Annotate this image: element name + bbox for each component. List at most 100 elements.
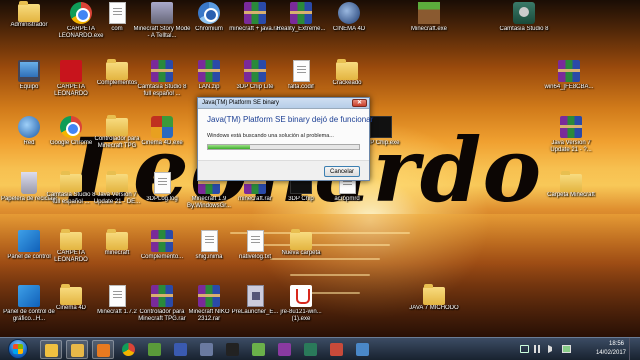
c4d-icon [338, 2, 360, 24]
chrome-icon [60, 116, 82, 138]
taskbar-item-c4d[interactable] [170, 340, 192, 359]
panel-icon [18, 230, 40, 252]
pdf-icon [60, 60, 82, 82]
dialog-heading: Java(TM) Platform SE binary dejó de func… [207, 115, 374, 124]
network-icon[interactable] [534, 345, 543, 353]
c4d-icon [174, 343, 187, 356]
folder-icon [106, 171, 128, 192]
rar-icon [198, 285, 220, 307]
desktop-icon[interactable]: JAVA 7 MICHODO [405, 284, 463, 333]
taskbar-item-chrome[interactable] [118, 340, 140, 359]
folder-icon [290, 229, 312, 250]
start-button[interactable] [2, 339, 34, 359]
dialog-message: Windows está buscando una solución al pr… [207, 133, 334, 139]
folder-icon [423, 284, 445, 305]
folder-icon [106, 115, 128, 136]
taskbar-item-paint[interactable] [326, 340, 348, 359]
app-icon [356, 343, 369, 356]
chromium-icon [198, 2, 220, 24]
progress-bar [207, 144, 360, 150]
doc-icon [292, 60, 310, 82]
dialog-title: Java(TM) Platform SE binary [202, 100, 280, 106]
progress-fill [208, 145, 251, 149]
rar-icon [558, 60, 580, 82]
desktop-icon[interactable]: Minecraft.exe [400, 2, 458, 50]
desktop-icon-label: jre-8u121-win... (1).exe [280, 309, 322, 322]
taskbar-item-media-player[interactable] [92, 340, 114, 359]
taskbar-item-cam[interactable] [300, 340, 322, 359]
taskbar-item-explorer[interactable] [40, 340, 62, 359]
desktop-icon-label: Carpeta Minecraft [547, 192, 595, 198]
rar-icon [151, 60, 173, 82]
minecraft2-icon [252, 343, 265, 356]
dialog-titlebar[interactable]: Java(TM) Platform SE binary ✕ [198, 98, 369, 109]
doc-icon [108, 285, 126, 307]
taskbar-item-cinema[interactable] [196, 340, 218, 359]
folder-icon [71, 344, 84, 357]
desktop-icon-label: Nueva carpeta [281, 250, 321, 256]
desktop-icon[interactable]: Camtasia Studio 8 [495, 2, 553, 50]
desktop-icon[interactable]: Java Version 7 Update 21 - ?... [542, 116, 600, 164]
rar-icon [198, 60, 220, 82]
taskbar-item-minecraft2[interactable] [248, 340, 270, 359]
taskbar-item-terminal[interactable] [222, 340, 244, 359]
panel-icon [18, 285, 40, 307]
doc-icon [153, 172, 171, 194]
folder-icon [60, 171, 82, 192]
taskbar: 18:56 14/02/2017 [0, 337, 640, 360]
doc-icon [246, 230, 264, 252]
desktop-icon[interactable]: Nueva carpeta [272, 229, 330, 278]
folder-icon [560, 171, 582, 192]
clock-time[interactable]: 18:56 [609, 341, 624, 347]
dark-icon [370, 116, 392, 138]
java-icon [290, 285, 312, 307]
taskbar-item-folder[interactable] [66, 340, 88, 359]
desktop-icon-label: win64_[FE8CBA... [544, 84, 594, 90]
desktop[interactable]: Leonardo AdministradorCARPETA LEONARDO.e… [0, 0, 640, 337]
cam-icon [513, 2, 535, 24]
taskbar-item-app[interactable] [352, 340, 374, 359]
rar-icon [560, 116, 582, 138]
desktop-icon[interactable]: Carpeta Minecraft [542, 171, 600, 220]
rar-icon [290, 2, 312, 24]
windows-logo-icon [13, 344, 23, 354]
flag-icon[interactable] [520, 345, 529, 353]
minecraft-icon [148, 343, 161, 356]
folder-icon [60, 284, 82, 305]
bin-icon [21, 172, 37, 194]
camtasia-icon [151, 116, 173, 138]
clock-date[interactable]: 14/02/2017 [596, 350, 626, 356]
taskbar-item-minecraft[interactable] [144, 340, 166, 359]
media-player-icon [97, 344, 110, 357]
folder-icon [60, 229, 82, 250]
desktop-icon[interactable]: CINEMA 4D [320, 2, 378, 50]
archive-icon [151, 2, 173, 24]
rar-icon [244, 2, 266, 24]
cam-icon [304, 343, 317, 356]
show-desktop-button[interactable] [629, 338, 634, 360]
desktop-icon-label: Cinema 4D.exe [141, 140, 183, 146]
chrome-icon [122, 343, 135, 356]
desktop-icon[interactable]: Cinema 4D.exe [133, 116, 191, 164]
close-icon[interactable]: ✕ [352, 99, 367, 107]
doc-icon [200, 230, 218, 252]
cancel-button[interactable]: Cancelar [324, 166, 360, 177]
taskbar-item-archive[interactable] [274, 340, 296, 359]
desktop-icon-label: Administrador [10, 22, 48, 28]
paint-icon [330, 343, 343, 356]
folder-icon [106, 229, 128, 250]
explorer-icon [45, 344, 58, 357]
volume-icon[interactable] [548, 345, 557, 353]
battery-icon[interactable] [562, 345, 571, 353]
grass-icon [418, 2, 440, 24]
desktop-icon-label: Camtasia Studio 8 [499, 26, 549, 32]
rar-icon [151, 230, 173, 252]
doc-icon [108, 2, 126, 24]
folder-icon [336, 59, 358, 80]
desktop-icon[interactable]: win64_[FE8CBA... [540, 60, 598, 108]
desktop-icon[interactable]: Administrador [0, 1, 58, 50]
error-dialog[interactable]: Java(TM) Platform SE binary ✕ Java(TM) P… [197, 97, 374, 181]
archive-icon [278, 343, 291, 356]
folder-icon [18, 1, 40, 22]
desktop-icon[interactable]: jre-8u121-win... (1).exe [272, 285, 330, 333]
